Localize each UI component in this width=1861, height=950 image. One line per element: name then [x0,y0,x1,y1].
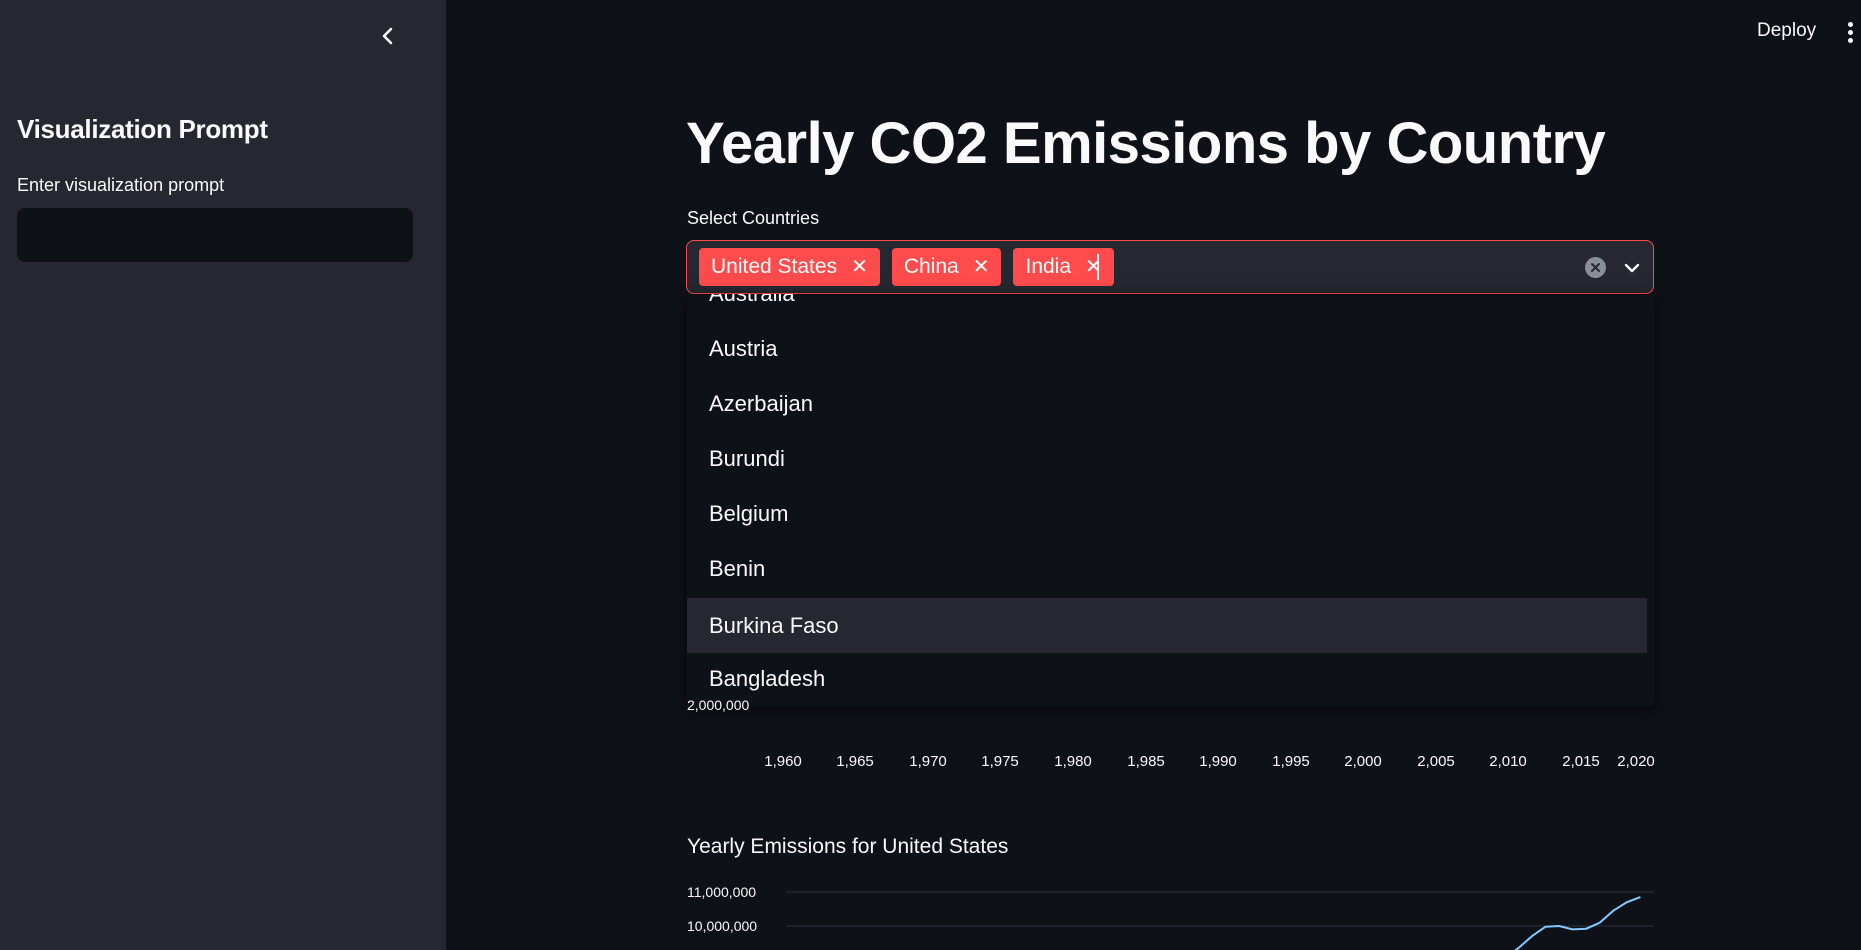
prompt-input-label: Enter visualization prompt [17,175,225,195]
x-tick-label: 1,960 [764,753,802,770]
option-austria[interactable]: Austria [687,321,1647,376]
clear-all-icon[interactable] [1585,257,1606,278]
x-tick-label: 2,020 [1617,753,1655,770]
option-azerbaijan[interactable]: Azerbaijan [687,376,1647,431]
visualization-prompt-input[interactable] [17,208,413,262]
tag-label: United States [711,255,838,278]
collapse-sidebar-button[interactable] [374,22,402,50]
remove-tag-icon[interactable]: ✕ [1085,257,1102,277]
us-emissions-chart-svg: 11,000,000 10,000,000 [687,884,1654,950]
us-emissions-chart: 11,000,000 10,000,000 [686,880,1656,950]
tag-china: China ✕ [891,248,1002,286]
x-tick-label: 2,005 [1417,753,1455,770]
x-axis: 1,960 1,965 1,970 1,975 1,980 1,985 1,99… [687,753,1655,777]
option-belgium[interactable]: Belgium [687,486,1647,541]
option-australia[interactable]: Australia [687,294,1647,321]
y-tick-label: 10,000,000 [687,918,757,934]
x-tick-label: 2,015 [1562,753,1600,770]
tag-label: India [1025,255,1072,278]
selected-tags: United States ✕ China ✕ India ✕ [699,248,1114,286]
deploy-button[interactable]: Deploy [1757,20,1816,42]
y-tick-label: 2,000,000 [687,697,750,713]
x-tick-label: 1,980 [1054,753,1092,770]
tag-label: China [903,255,959,278]
option-burundi[interactable]: Burundi [687,431,1647,486]
sidebar-title: Visualization Prompt [17,114,268,144]
option-benin[interactable]: Benin [687,541,1647,596]
series-line [1514,896,1641,950]
chevron-left-icon [382,27,393,45]
x-tick-label: 1,990 [1199,753,1237,770]
remove-tag-icon[interactable]: ✕ [851,257,868,277]
x-tick-label: 2,010 [1489,753,1527,770]
country-multiselect[interactable]: United States ✕ China ✕ India ✕ [686,240,1654,294]
x-tick-label: 1,985 [1127,753,1165,770]
x-tick-label: 1,965 [836,753,874,770]
sidebar: Visualization Prompt Enter visualization… [0,0,446,950]
y-tick-label: 11,000,000 [687,884,756,900]
option-burkina-faso[interactable]: Burkina Faso [687,598,1647,653]
chevron-down-icon[interactable] [1621,257,1643,279]
text-caret[interactable] [1097,254,1099,280]
x-tick-label: 1,970 [909,753,947,770]
x-tick-label: 1,975 [981,753,1019,770]
country-options-dropdown: Australia Austria Azerbaijan Burundi Bel… [687,294,1654,706]
x-tick-label: 2,000 [1344,753,1382,770]
app-root: Visualization Prompt Enter visualization… [0,0,1861,950]
tag-united-states: United States ✕ [699,248,880,286]
page-title: Yearly CO2 Emissions by Country [686,111,1606,176]
subchart-title: Yearly Emissions for United States [687,835,1009,858]
remove-tag-icon[interactable]: ✕ [973,257,990,277]
x-tick-label: 1,995 [1272,753,1310,770]
option-bangladesh[interactable]: Bangladesh [687,651,1647,706]
kebab-menu-icon[interactable] [1846,22,1854,46]
select-countries-label: Select Countries [687,208,820,228]
